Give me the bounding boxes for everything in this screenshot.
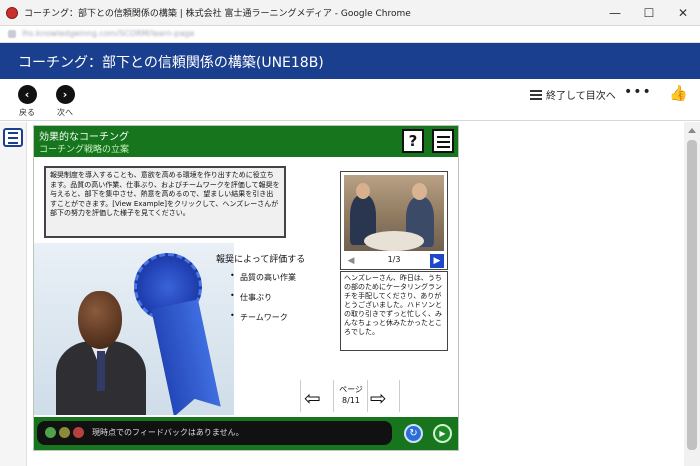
replay-button[interactable]: ↻ xyxy=(404,424,423,443)
window-title: コーチング：部下との信頼関係の構築 | 株式会社 富士通ラーニングメディア - … xyxy=(24,9,411,19)
red-status-icon xyxy=(73,427,84,438)
media-counter: 1/3 xyxy=(387,255,401,264)
maximize-button[interactable]: ☐ xyxy=(632,0,666,26)
dialog-text: ヘンズレーさん、昨日は、うちの部のためにケータリングランチを手配してくださり、あ… xyxy=(340,271,448,351)
feedback-bar: 現時点でのフィードバックはありません。 ↻ ▶ xyxy=(34,417,458,450)
document-icon xyxy=(437,136,450,138)
url-text: lhs.knowledgeinng.com/SCORM/learn-page xyxy=(22,29,195,38)
list-item: 仕事ぶり xyxy=(230,291,296,303)
reference-button[interactable] xyxy=(432,129,454,153)
manager-photo xyxy=(56,291,146,415)
page-indicator: ページ 8/11 xyxy=(336,384,366,406)
back-button[interactable]: ‹ 戻る xyxy=(14,85,40,118)
scroll-up-icon[interactable] xyxy=(688,128,696,133)
prev-page-button[interactable]: ⇦ xyxy=(304,386,321,410)
yellow-status-icon xyxy=(59,427,70,438)
prev-arrow-icon[interactable]: ◀ xyxy=(344,254,358,268)
back-label: 戻る xyxy=(19,108,35,117)
course-title: コーチング：部下との信頼関係の構築(UNE18B) xyxy=(18,55,324,71)
reward-heading: 報奨によって評価する xyxy=(216,255,306,265)
close-button[interactable]: ✕ xyxy=(666,0,700,26)
page-number: 8/11 xyxy=(342,396,360,405)
page-navigation: ⇦ ページ 8/11 ⇨ xyxy=(300,380,400,412)
exit-to-toc-button[interactable]: 終了して目次へ xyxy=(530,87,616,102)
like-button[interactable]: 👍 xyxy=(669,84,688,102)
scrollbar-thumb[interactable] xyxy=(687,140,697,450)
lesson-subtitle: コーチング戦略の立案 xyxy=(39,145,130,155)
browser-titlebar: コーチング：部下との信頼関係の構築 | 株式会社 富士通ラーニングメディア - … xyxy=(0,0,700,26)
next-button[interactable]: › 次へ xyxy=(52,85,78,118)
award-ribbon-image xyxy=(151,299,221,415)
next-arrow-icon[interactable]: ▶ xyxy=(430,254,444,268)
reward-list: 品質の高い作業 仕事ぶり チームワーク xyxy=(230,271,296,332)
next-label: 次へ xyxy=(57,108,73,117)
intro-text: 報奨制度を導入することも、意欲を高める環境を作り出すために役立ちます。品質の高い… xyxy=(44,166,286,238)
scrollbar[interactable] xyxy=(684,122,700,466)
minimize-button[interactable]: — xyxy=(598,0,632,26)
list-icon xyxy=(8,131,18,134)
hero-photo xyxy=(34,243,234,415)
example-photo[interactable] xyxy=(344,175,444,251)
chevron-right-icon: › xyxy=(55,85,75,104)
list-item: 品質の高い作業 xyxy=(230,271,296,283)
green-status-icon xyxy=(45,427,56,438)
favicon-icon xyxy=(6,6,18,19)
next-page-button[interactable]: ⇨ xyxy=(370,386,387,410)
feedback-panel: 現時点でのフィードバックはありません。 xyxy=(37,421,392,445)
lock-icon xyxy=(8,30,16,38)
lesson-frame: 効果的なコーチング コーチング戦略の立案 ? 報奨制度を導入することも、意欲を高… xyxy=(33,125,459,451)
menu-exit-icon xyxy=(530,89,542,100)
help-button[interactable]: ? xyxy=(402,129,424,153)
lesson-header: 効果的なコーチング コーチング戦略の立案 ? xyxy=(34,126,458,157)
example-media-panel: ◀ 1/3 ▶ xyxy=(340,171,448,270)
player-toolbar: ‹ 戻る › 次へ 終了して目次へ ••• 👍 xyxy=(0,79,700,121)
media-navigation: ◀ 1/3 ▶ xyxy=(344,254,444,268)
left-rail xyxy=(0,122,27,466)
address-bar[interactable]: lhs.knowledgeinng.com/SCORM/learn-page xyxy=(0,26,700,43)
list-item: チームワーク xyxy=(230,311,296,323)
feedback-text: 現時点でのフィードバックはありません。 xyxy=(92,428,244,437)
chevron-left-icon: ‹ xyxy=(17,85,37,104)
course-header: コーチング：部下との信頼関係の構築(UNE18B) xyxy=(0,43,700,79)
lesson-title: 効果的なコーチング xyxy=(39,132,129,143)
toc-menu-button[interactable] xyxy=(3,128,23,147)
more-options-button[interactable]: ••• xyxy=(624,84,652,100)
page-label: ページ xyxy=(339,385,363,394)
play-button[interactable]: ▶ xyxy=(433,424,452,443)
exit-label: 終了して目次へ xyxy=(546,91,616,102)
